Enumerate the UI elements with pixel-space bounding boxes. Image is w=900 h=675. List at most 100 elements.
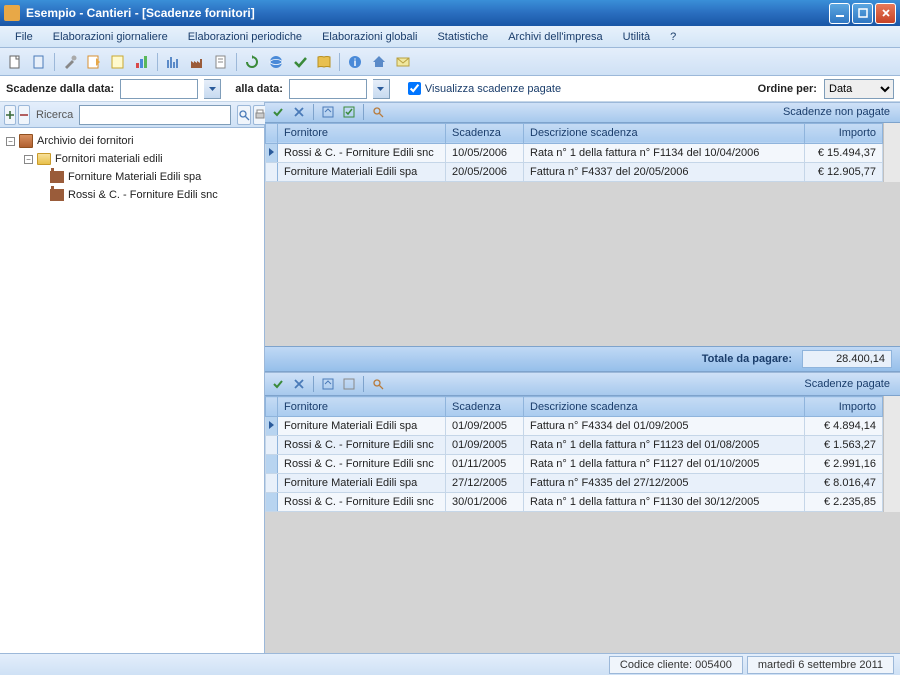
paid-section: Scadenze pagate Fornitore Scadenza Descr…	[265, 372, 900, 653]
tb-factory-icon[interactable]	[186, 51, 208, 73]
menu-elab-giornaliere[interactable]: Elaborazioni giornaliere	[44, 29, 177, 45]
order-by-select[interactable]: Data	[824, 79, 894, 99]
cell-scadenza: 27/12/2005	[446, 474, 524, 493]
to-date-dropdown[interactable]	[373, 79, 390, 99]
to-date-input[interactable]	[289, 79, 367, 99]
cell-scadenza: 01/11/2005	[446, 455, 524, 474]
paid-grid[interactable]: Fornitore Scadenza Descrizione scadenza …	[265, 396, 883, 512]
table-row[interactable]: Rossi & C. - Forniture Edili snc01/11/20…	[266, 455, 883, 474]
cell-scadenza: 30/01/2006	[446, 493, 524, 512]
cell-desc: Rata n° 1 della fattura n° F1134 del 10/…	[524, 143, 805, 162]
add-button[interactable]	[4, 105, 16, 125]
menu-file[interactable]: File	[6, 29, 42, 45]
sidebar-toolbar: Ricerca	[0, 102, 264, 128]
tb-refresh-icon[interactable]	[241, 51, 263, 73]
col-scadenza[interactable]: Scadenza	[446, 123, 524, 143]
supplier-icon	[50, 189, 64, 201]
tree-item[interactable]: Forniture Materiali Edili spa	[2, 168, 262, 186]
show-paid-checkbox[interactable]: Visualizza scadenze pagate	[408, 82, 561, 95]
minimize-button[interactable]	[829, 3, 850, 24]
table-row[interactable]: Rossi & C. - Forniture Edili snc30/01/20…	[266, 493, 883, 512]
menu-archivi[interactable]: Archivi dell'impresa	[499, 29, 611, 45]
tb-check-icon[interactable]	[289, 51, 311, 73]
search-label: Ricerca	[36, 109, 73, 121]
cell-importo: € 1.563,27	[805, 436, 883, 455]
col-importo[interactable]: Importo	[805, 123, 883, 143]
cancel-icon[interactable]	[290, 375, 308, 393]
status-date: martedì 6 settembre 2011	[747, 656, 894, 674]
col-desc[interactable]: Descrizione scadenza	[524, 397, 805, 417]
cell-fornitore: Rossi & C. - Forniture Edili snc	[278, 436, 446, 455]
menu-utilita[interactable]: Utilità	[614, 29, 660, 45]
confirm-icon[interactable]	[269, 375, 287, 393]
search-button[interactable]	[237, 105, 251, 125]
tb-globe-icon[interactable]	[265, 51, 287, 73]
tb-sep	[157, 53, 158, 71]
expand-icon[interactable]: −	[24, 155, 33, 164]
tb-info-icon[interactable]: i	[344, 51, 366, 73]
col-importo[interactable]: Importo	[805, 397, 883, 417]
table-row[interactable]: Forniture Materiali Edili spa20/05/2006F…	[266, 162, 883, 181]
cell-fornitore: Forniture Materiali Edili spa	[278, 474, 446, 493]
cell-desc: Rata n° 1 della fattura n° F1127 del 01/…	[524, 455, 805, 474]
deselect-icon[interactable]	[340, 375, 358, 393]
from-date-dropdown[interactable]	[204, 79, 221, 99]
col-fornitore[interactable]: Fornitore	[278, 397, 446, 417]
tb-new-icon[interactable]	[4, 51, 26, 73]
cell-scadenza: 01/09/2005	[446, 417, 524, 436]
from-date-input[interactable]	[120, 79, 198, 99]
menu-elab-globali[interactable]: Elaborazioni globali	[313, 29, 426, 45]
expand-icon[interactable]	[319, 375, 337, 393]
archive-icon	[19, 134, 33, 148]
scrollbar[interactable]	[883, 123, 900, 182]
cell-scadenza: 10/05/2006	[446, 143, 524, 162]
menu-elab-periodiche[interactable]: Elaborazioni periodiche	[179, 29, 311, 45]
cell-importo: € 15.494,37	[805, 143, 883, 162]
maximize-button[interactable]	[852, 3, 873, 24]
tb-open-icon[interactable]	[28, 51, 50, 73]
table-row[interactable]: Rossi & C. - Forniture Edili snc01/09/20…	[266, 436, 883, 455]
cancel-icon[interactable]	[290, 103, 308, 121]
search-input[interactable]	[79, 105, 231, 125]
tb-home-icon[interactable]	[368, 51, 390, 73]
expand-icon[interactable]	[319, 103, 337, 121]
tb-note-icon[interactable]	[107, 51, 129, 73]
tree-view[interactable]: − Archivio dei fornitori − Fornitori mat…	[0, 128, 264, 653]
find-icon[interactable]	[369, 375, 387, 393]
table-row[interactable]: Forniture Materiali Edili spa27/12/2005F…	[266, 474, 883, 493]
col-fornitore[interactable]: Fornitore	[278, 123, 446, 143]
show-paid-checkbox-input[interactable]	[408, 82, 421, 95]
expand-icon[interactable]: −	[6, 137, 15, 146]
cell-desc: Rata n° 1 della fattura n° F1123 del 01/…	[524, 436, 805, 455]
close-button[interactable]	[875, 3, 896, 24]
col-scadenza[interactable]: Scadenza	[446, 397, 524, 417]
tb-mail-icon[interactable]	[392, 51, 414, 73]
tree-group-label: Fornitori materiali edili	[55, 153, 163, 165]
tb-edit-icon[interactable]	[83, 51, 105, 73]
tree-item[interactable]: Rossi & C. - Forniture Edili snc	[2, 186, 262, 204]
select-all-icon[interactable]	[340, 103, 358, 121]
tree-group[interactable]: − Fornitori materiali edili	[2, 150, 262, 168]
supplier-icon	[50, 171, 64, 183]
table-row[interactable]: Rossi & C. - Forniture Edili snc10/05/20…	[266, 143, 883, 162]
tree-root[interactable]: − Archivio dei fornitori	[2, 132, 262, 150]
content-area: Scadenze non pagate Fornitore Scadenza D…	[265, 102, 900, 653]
cell-fornitore: Rossi & C. - Forniture Edili snc	[278, 455, 446, 474]
total-value: 28.400,14	[802, 350, 892, 368]
col-desc[interactable]: Descrizione scadenza	[524, 123, 805, 143]
tb-bars-icon[interactable]	[162, 51, 184, 73]
find-icon[interactable]	[369, 103, 387, 121]
remove-button[interactable]	[18, 105, 30, 125]
table-row[interactable]: Forniture Materiali Edili spa01/09/2005F…	[266, 417, 883, 436]
cell-desc: Rata n° 1 della fattura n° F1130 del 30/…	[524, 493, 805, 512]
menu-statistiche[interactable]: Statistiche	[428, 29, 497, 45]
unpaid-grid[interactable]: Fornitore Scadenza Descrizione scadenza …	[265, 123, 883, 182]
tb-sep	[54, 53, 55, 71]
confirm-icon[interactable]	[269, 103, 287, 121]
tb-doc-icon[interactable]	[210, 51, 232, 73]
scrollbar[interactable]	[883, 396, 900, 512]
tb-chart-icon[interactable]	[131, 51, 153, 73]
tb-book-icon[interactable]	[313, 51, 335, 73]
tb-tools-icon[interactable]	[59, 51, 81, 73]
menu-help[interactable]: ?	[661, 29, 685, 45]
